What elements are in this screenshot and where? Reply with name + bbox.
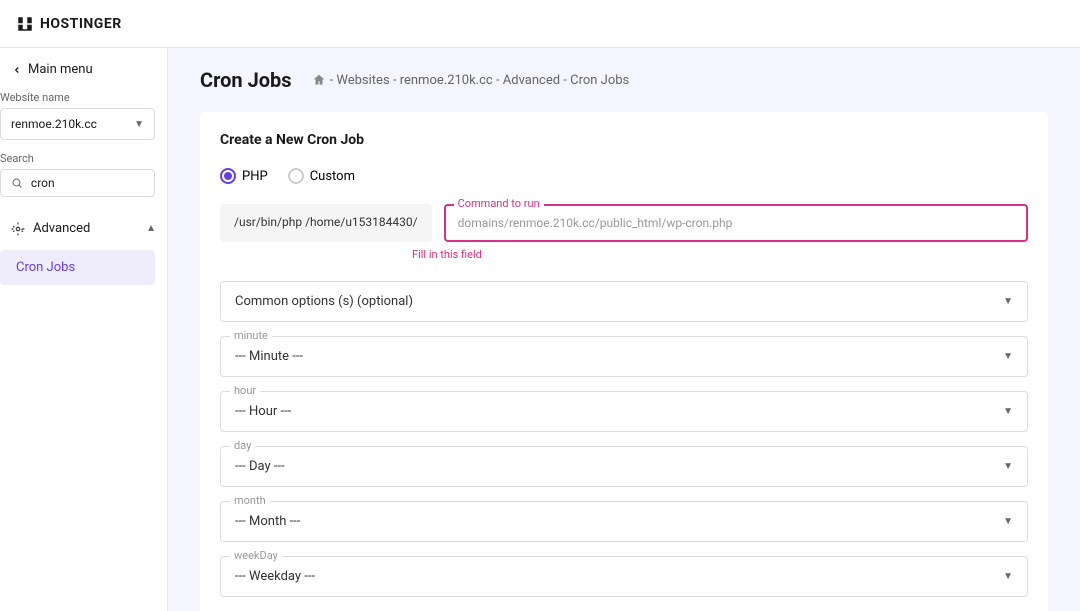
logo-text: HOSTINGER bbox=[40, 16, 122, 32]
breadcrumb-text: - Websites - renmoe.210k.cc - Advanced -… bbox=[330, 73, 630, 88]
page-title: Cron Jobs bbox=[200, 68, 292, 92]
weekday-label: weekDay bbox=[230, 549, 282, 562]
chevron-down-icon: ▼ bbox=[1003, 351, 1013, 362]
command-error: Fill in this field bbox=[412, 248, 1028, 261]
command-input-label: Command to run bbox=[454, 197, 544, 210]
day-value: --- Day --- bbox=[235, 459, 285, 474]
create-cron-card: Create a New Cron Job PHP Custom /usr/bi… bbox=[200, 112, 1048, 611]
chevron-up-icon: ▲ bbox=[146, 223, 156, 234]
search-icon bbox=[11, 176, 23, 190]
chevron-down-icon: ▼ bbox=[134, 119, 144, 130]
main-menu-toggle[interactable]: Main menu bbox=[0, 48, 167, 91]
chevron-down-icon: ▼ bbox=[1003, 406, 1013, 417]
month-value: --- Month --- bbox=[235, 514, 300, 529]
home-icon bbox=[312, 73, 326, 87]
chevron-down-icon: ▼ bbox=[1003, 571, 1013, 582]
common-options-select[interactable]: Common options (s) (optional) ▼ bbox=[220, 281, 1028, 322]
website-name-value: renmoe.210k.cc bbox=[11, 117, 97, 131]
main-menu-label: Main menu bbox=[28, 62, 93, 77]
breadcrumb[interactable]: - Websites - renmoe.210k.cc - Advanced -… bbox=[312, 73, 630, 88]
weekday-field: weekDay --- Weekday --- ▼ bbox=[220, 556, 1028, 597]
day-select[interactable]: --- Day --- ▼ bbox=[220, 446, 1028, 487]
chevron-down-icon: ▼ bbox=[1003, 516, 1013, 527]
logo-icon bbox=[16, 15, 34, 33]
app-header: HOSTINGER bbox=[0, 0, 1080, 48]
month-select[interactable]: --- Month --- ▼ bbox=[220, 501, 1028, 542]
weekday-select[interactable]: --- Weekday --- ▼ bbox=[220, 556, 1028, 597]
page-header: Cron Jobs - Websites - renmoe.210k.cc - … bbox=[200, 68, 1048, 92]
sidebar-section-advanced[interactable]: Advanced ▲ bbox=[0, 211, 167, 246]
type-radio-group: PHP Custom bbox=[220, 168, 1028, 184]
common-options-label: Common options (s) (optional) bbox=[235, 294, 413, 309]
minute-select[interactable]: --- Minute --- ▼ bbox=[220, 336, 1028, 377]
sidebar-section-label: Advanced bbox=[33, 221, 90, 236]
radio-custom[interactable]: Custom bbox=[288, 168, 355, 184]
minute-label: minute bbox=[230, 329, 272, 342]
command-row: /usr/bin/php /home/u153184430/ Command t… bbox=[220, 204, 1028, 242]
month-label: month bbox=[230, 494, 270, 507]
website-name-select[interactable]: renmoe.210k.cc ▼ bbox=[0, 108, 155, 140]
minute-value: --- Minute --- bbox=[235, 349, 303, 364]
chevron-left-icon bbox=[12, 65, 22, 75]
hour-field: hour --- Hour --- ▼ bbox=[220, 391, 1028, 432]
search-input-wrap[interactable] bbox=[0, 169, 155, 197]
hour-value: --- Hour --- bbox=[235, 404, 291, 419]
radio-custom-circle bbox=[288, 168, 304, 184]
sidebar-item-cron-jobs[interactable]: Cron Jobs bbox=[0, 250, 155, 285]
logo[interactable]: HOSTINGER bbox=[16, 15, 122, 33]
minute-field: minute --- Minute --- ▼ bbox=[220, 336, 1028, 377]
search-input[interactable] bbox=[31, 176, 144, 190]
month-field: month --- Month --- ▼ bbox=[220, 501, 1028, 542]
chevron-down-icon: ▼ bbox=[1003, 461, 1013, 472]
radio-custom-label: Custom bbox=[310, 169, 355, 184]
chevron-down-icon: ▼ bbox=[1003, 296, 1013, 307]
hour-select[interactable]: --- Hour --- ▼ bbox=[220, 391, 1028, 432]
radio-php-label: PHP bbox=[242, 169, 268, 184]
day-label: day bbox=[230, 439, 255, 452]
radio-php[interactable]: PHP bbox=[220, 168, 268, 184]
hour-label: hour bbox=[230, 384, 260, 397]
command-input-wrap: Command to run bbox=[444, 204, 1028, 242]
day-field: day --- Day --- ▼ bbox=[220, 446, 1028, 487]
sidebar-item-label: Cron Jobs bbox=[16, 260, 75, 275]
card-title: Create a New Cron Job bbox=[220, 132, 1028, 148]
radio-php-circle bbox=[220, 168, 236, 184]
weekday-value: --- Weekday --- bbox=[235, 569, 315, 584]
content-area: Cron Jobs - Websites - renmoe.210k.cc - … bbox=[168, 48, 1080, 611]
search-label: Search bbox=[0, 152, 167, 169]
website-name-label: Website name bbox=[0, 91, 167, 108]
gear-icon bbox=[11, 222, 25, 236]
sidebar: Main menu Website name renmoe.210k.cc ▼ … bbox=[0, 48, 168, 611]
command-prefix: /usr/bin/php /home/u153184430/ bbox=[220, 204, 432, 242]
